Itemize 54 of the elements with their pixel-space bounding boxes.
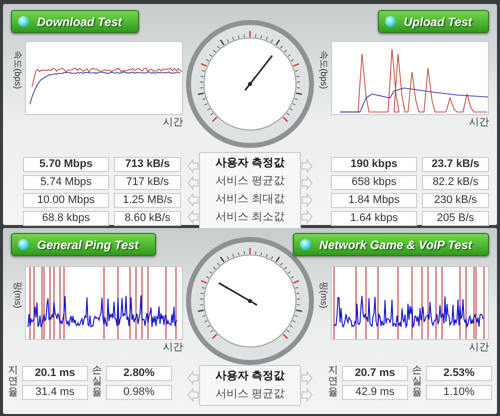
tab-title: General Ping Test (37, 236, 140, 254)
value-field: 190 kbps (331, 157, 417, 172)
tab-title: Upload Test (404, 14, 474, 30)
value-field: 1.64 kbps (331, 211, 417, 226)
axis-label: 시간 (469, 342, 489, 354)
value-field: 2.80% (106, 366, 172, 381)
value-field: 1.84 Mbps (331, 193, 417, 208)
value-field: 5.74 Mbps (23, 175, 109, 190)
axis-label: 시간 (163, 342, 183, 354)
status-light-icon (384, 16, 396, 27)
row-label: 서비스 최소값 (215, 210, 285, 225)
value-field: 1.25 MB/s (114, 193, 181, 208)
value-field: 42.9 ms (342, 385, 408, 400)
axis-label: 시간 (469, 117, 489, 129)
axis-label: 핑(ms) (12, 281, 24, 308)
tab-title: Network Game & VoIP Test (319, 236, 474, 254)
value-field: 20.1 ms (22, 366, 88, 381)
test-tab[interactable]: Upload Test (378, 10, 489, 33)
value-field: 68.8 kbps (23, 211, 109, 226)
value-field: 5.70 Mbps (23, 157, 109, 172)
value-field: 713 kB/s (114, 157, 181, 172)
value-field: 230 kB/s (422, 193, 489, 208)
row-label: 사용자 측정값 (215, 369, 285, 384)
axis-label: 핑(ms) (318, 281, 330, 308)
row-label: 서비스 평균값 (215, 387, 285, 402)
tab-title: Download Test (37, 14, 124, 30)
stat-label: 손실율 (412, 365, 422, 398)
stat-label: 지연율 (8, 365, 18, 398)
value-field: 20.7 ms (342, 366, 408, 381)
row-label: 서비스 평균값 (215, 174, 285, 189)
value-field: 82.2 kB/s (422, 175, 489, 190)
axis-label: 시간 (163, 117, 183, 129)
status-light-icon (18, 16, 29, 27)
row-label: 서비스 최대값 (215, 192, 285, 207)
stat-label: 손실율 (92, 365, 102, 398)
value-field: 0.98% (106, 385, 172, 400)
value-field: 23.7 kB/s (422, 157, 489, 172)
value-field: 10.00 Mbps (23, 193, 109, 208)
axis-label: 속도(bps) (12, 50, 24, 89)
status-light-icon (300, 239, 312, 250)
value-field: 658 kbps (331, 175, 417, 190)
value-field: 2.53% (426, 366, 492, 381)
value-field: 205 B/s (422, 211, 489, 226)
value-field: 1.10% (426, 385, 492, 400)
test-tab[interactable]: General Ping Test (11, 233, 156, 256)
test-tab[interactable]: Network Game & VoIP Test (293, 233, 489, 256)
row-label: 사용자 측정값 (215, 156, 285, 171)
axis-label: 속도(bps) (318, 50, 330, 89)
value-field: 31.4 ms (22, 385, 88, 400)
value-field: 8.60 kB/s (114, 211, 181, 226)
stat-label: 지연율 (328, 365, 338, 398)
test-tab[interactable]: Download Test (11, 10, 139, 33)
status-light-icon (18, 239, 29, 250)
value-field: 717 kB/s (114, 175, 181, 190)
